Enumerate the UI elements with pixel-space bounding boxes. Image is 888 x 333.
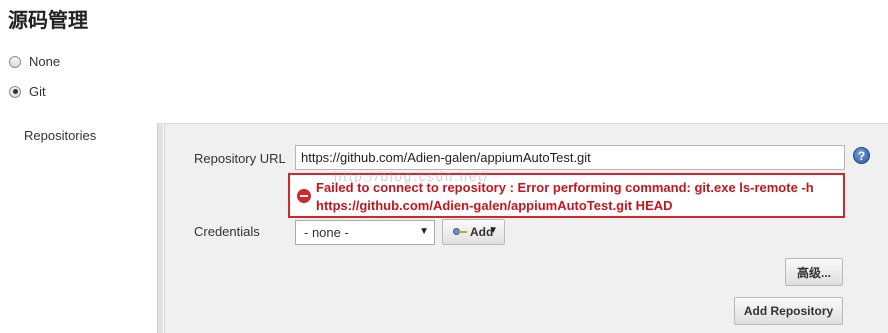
help-icon[interactable]: ? [853, 147, 870, 164]
error-line-1: Failed to connect to repository : Error … [316, 180, 814, 195]
error-line-2: https://github.com/Adien-galen/appiumAut… [316, 198, 673, 213]
git-radio[interactable] [9, 85, 21, 98]
credentials-select[interactable]: - none - ▼ [295, 220, 435, 245]
section-strip [157, 123, 163, 333]
scm-option-git[interactable]: Git [9, 84, 46, 99]
dropdown-arrow-icon: ▼ [419, 226, 429, 237]
advanced-button[interactable]: 高级... [785, 258, 843, 286]
error-message: Failed to connect to repository : Error … [288, 173, 845, 218]
repository-url-input[interactable] [295, 145, 845, 170]
none-label: None [29, 54, 61, 69]
caret-down-icon: ▾ [490, 224, 496, 236]
none-radio[interactable] [9, 55, 21, 68]
credentials-selected-value: - none - [304, 225, 349, 240]
repositories-label: Repositories [24, 128, 97, 143]
credentials-label: Credentials [194, 224, 260, 239]
repository-url-label: Repository URL [194, 151, 286, 166]
error-icon [297, 189, 311, 203]
section-title: 源码管理 [8, 8, 88, 32]
add-credentials-button[interactable]: Add ▾ [442, 219, 505, 245]
add-repository-button[interactable]: Add Repository [734, 297, 843, 325]
key-icon [453, 228, 467, 236]
scm-option-none[interactable]: None [9, 54, 60, 69]
git-label: Git [29, 84, 46, 99]
